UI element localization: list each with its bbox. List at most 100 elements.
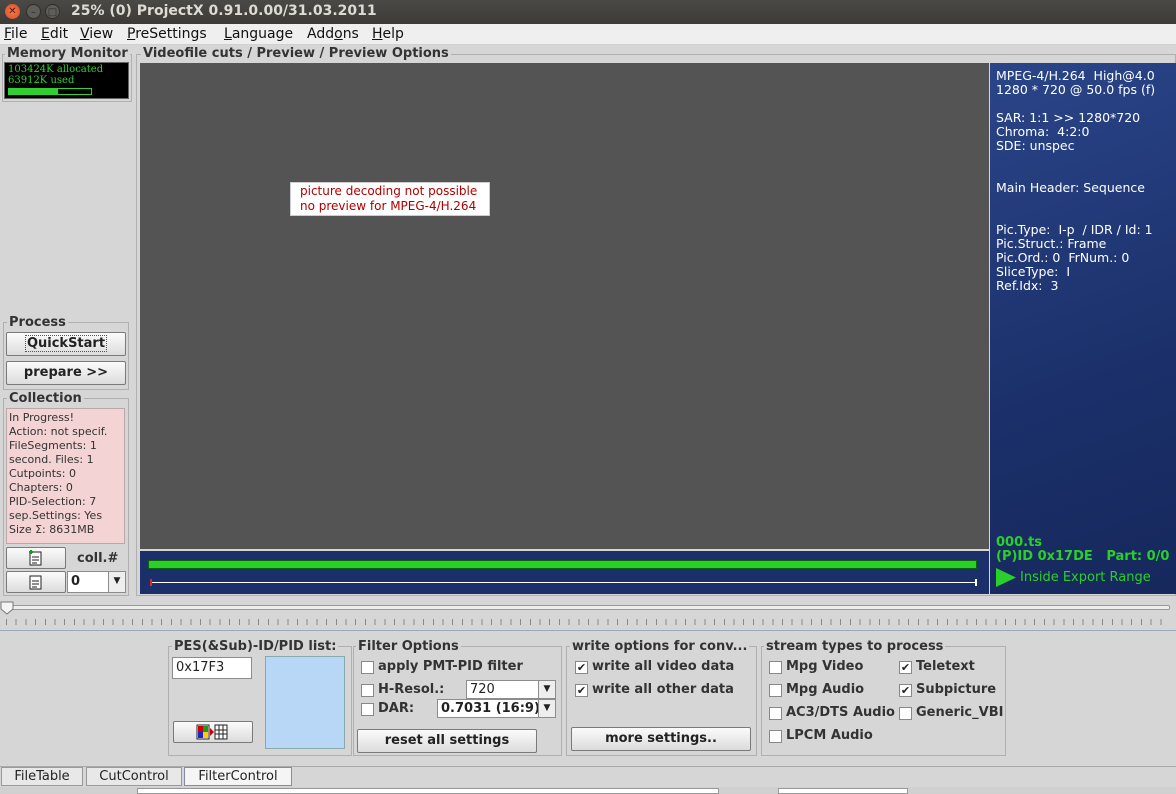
memory-monitor-display: 103424K allocated 63912K used	[4, 62, 129, 99]
export-range-bar	[148, 560, 977, 569]
chevron-down-icon: ▼	[108, 572, 125, 592]
title-bar: ✕ – □ 25% (0) ProjectX 0.91.0.00/31.03.2…	[0, 0, 1176, 24]
pid-input[interactable]: 0x17F3	[172, 657, 252, 679]
cut-start-marker	[150, 579, 152, 586]
ac3-checkbox[interactable]	[769, 707, 782, 720]
stream-info-line: MPEG-4/H.264 High@4.0	[996, 68, 1155, 83]
add-collection-icon	[29, 550, 42, 566]
pid-part: (P)ID 0x17DE Part: 0/0	[996, 549, 1170, 564]
memory-bar	[8, 88, 92, 95]
status-field-2	[778, 788, 908, 794]
write-options-title: write options for conv...	[570, 639, 750, 654]
position-slider[interactable]	[0, 600, 1176, 628]
chevron-down-icon: ▼	[538, 681, 555, 698]
dar-select[interactable]: 0.7031 (16:9) ▼	[437, 699, 556, 718]
stream-info-line: SliceType: I	[996, 264, 1070, 279]
coll-number-select[interactable]: 0 ▼	[67, 571, 126, 593]
pid-list[interactable]	[265, 656, 345, 749]
stream-info-line: SDE: unspec	[996, 138, 1075, 153]
coll-number-value: 0	[71, 574, 81, 589]
hresol-checkbox[interactable]	[361, 684, 374, 697]
chevron-down-icon: ▼	[538, 700, 555, 717]
teletext-checkbox[interactable]: ✔	[899, 661, 912, 674]
collection-status-line: Size Σ: 8631MB	[9, 523, 95, 536]
write-video-checkbox[interactable]: ✔	[575, 661, 588, 674]
preview-area[interactable]: picture decoding not possible no preview…	[140, 63, 989, 549]
hresol-select[interactable]: 720 ▼	[466, 680, 556, 699]
maximize-window-button[interactable]: □	[45, 4, 60, 19]
teletext-label: Teletext	[916, 659, 975, 674]
decode-error-box: picture decoding not possible no preview…	[290, 182, 490, 216]
lpcm-checkbox[interactable]	[769, 730, 782, 743]
stream-info-line: Pic.Type: I-p / IDR / Id: 1	[996, 222, 1153, 237]
more-settings-button[interactable]: more settings..	[571, 727, 751, 751]
subpicture-checkbox[interactable]: ✔	[899, 684, 912, 697]
remove-collection-button[interactable]	[6, 571, 66, 593]
write-other-label: write all other data	[592, 682, 734, 697]
add-collection-button[interactable]	[6, 547, 66, 569]
memory-bar-fill	[9, 89, 59, 94]
pid-grid-icon	[196, 724, 228, 740]
tab-filtercontrol[interactable]: FilterControl	[184, 767, 292, 786]
collection-status-line: second. Files: 1	[9, 453, 94, 466]
write-other-checkbox[interactable]: ✔	[575, 684, 588, 697]
stream-info-line: Ref.Idx: 3	[996, 278, 1059, 293]
write-video-label: write all video data	[592, 659, 735, 674]
apply-pmt-checkbox[interactable]	[361, 661, 374, 674]
stream-info-line: Pic.Struct.: Frame	[996, 236, 1107, 251]
cut-end-marker	[975, 579, 977, 586]
stream-types-title: stream types to process	[764, 639, 946, 654]
stream-info-panel: MPEG-4/H.264 High@4.0 1280 * 720 @ 50.0 f…	[990, 63, 1176, 594]
export-range-status: Inside Export Range	[1020, 570, 1151, 585]
slider-thumb[interactable]	[0, 601, 14, 615]
dar-checkbox[interactable]	[361, 703, 374, 716]
collection-status-line: PID-Selection: 7	[9, 495, 97, 508]
menu-view[interactable]: View	[80, 26, 113, 42]
stream-info-line: Chroma: 4:2:0	[996, 124, 1090, 139]
mpg-video-label: Mpg Video	[786, 659, 864, 674]
menu-presettings[interactable]: PreSettings	[127, 26, 207, 42]
remove-collection-icon	[29, 575, 42, 590]
add-pid-button[interactable]	[173, 721, 253, 743]
stream-info-line: SAR: 1:1 >> 1280*720	[996, 110, 1141, 125]
collection-status-line: sep.Settings: Yes	[9, 509, 103, 522]
stream-info-line: Main Header: Sequence	[996, 180, 1145, 195]
generic-vbi-checkbox[interactable]	[899, 707, 912, 720]
reset-settings-button[interactable]: reset all settings	[357, 729, 537, 753]
quickstart-button[interactable]: QuickStart	[6, 332, 126, 356]
collection-status-line: In Progress!	[9, 411, 75, 424]
tab-cutcontrol[interactable]: CutControl	[86, 767, 182, 786]
minimize-window-button[interactable]: –	[26, 4, 41, 19]
memory-monitor-title: Memory Monitor	[5, 46, 130, 61]
preview-title: Videofile cuts / Preview / Preview Optio…	[141, 46, 451, 61]
menu-bar: File Edit View PreSettings Language Addo…	[0, 24, 1176, 45]
menu-edit[interactable]: Edit	[41, 26, 68, 42]
tab-filetable[interactable]: FileTable	[1, 767, 83, 786]
window-title: 25% (0) ProjectX 0.91.0.00/31.03.2011	[71, 3, 377, 19]
mpg-audio-label: Mpg Audio	[786, 682, 865, 697]
menu-addons[interactable]: Addons	[307, 26, 359, 42]
slider-ticks	[6, 619, 1170, 625]
memory-allocated: 103424K allocated	[8, 64, 104, 75]
close-window-button[interactable]: ✕	[5, 4, 20, 19]
dar-value: 0.7031 (16:9)	[441, 701, 540, 716]
play-icon	[996, 568, 1016, 587]
ac3-label: AC3/DTS Audio	[786, 705, 895, 720]
hresol-value: 720	[470, 682, 495, 697]
prepare-button[interactable]: prepare >>	[6, 361, 126, 385]
mpg-video-checkbox[interactable]	[769, 661, 782, 674]
cut-position-line	[150, 582, 977, 583]
lpcm-label: LPCM Audio	[786, 728, 873, 743]
coll-number-label: coll.#	[77, 551, 119, 566]
generic-vbi-label: Generic_VBI	[916, 705, 1004, 720]
collection-status-line: FileSegments: 1	[9, 439, 97, 452]
process-title: Process	[7, 315, 68, 330]
menu-file[interactable]: File	[4, 26, 27, 42]
mpg-audio-checkbox[interactable]	[769, 684, 782, 697]
file-name: 000.ts	[996, 535, 1043, 550]
menu-help[interactable]: Help	[372, 26, 404, 42]
menu-language[interactable]: Language	[224, 26, 293, 42]
stream-info-line	[996, 209, 1155, 223]
collection-status-line: Chapters: 0	[9, 481, 73, 494]
stream-info-line	[996, 153, 1155, 167]
